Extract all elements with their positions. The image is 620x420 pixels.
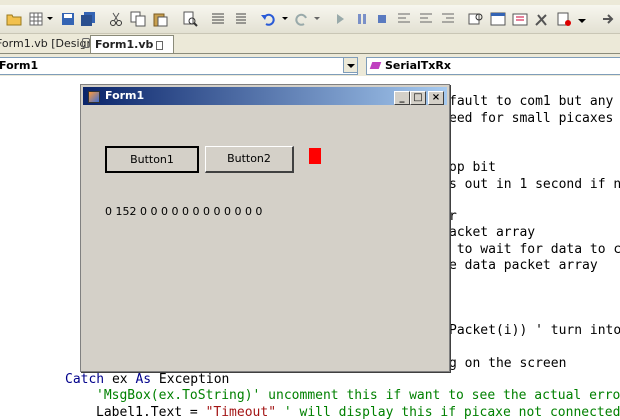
minimize-button[interactable]: _ bbox=[394, 91, 410, 105]
copy-icon[interactable] bbox=[130, 11, 146, 27]
button2[interactable]: Button2 bbox=[205, 146, 294, 173]
comment-icon[interactable] bbox=[210, 11, 226, 27]
paste-icon[interactable] bbox=[152, 11, 168, 27]
form-icon bbox=[88, 91, 100, 103]
error-list-icon[interactable] bbox=[556, 11, 572, 27]
grid-icon[interactable] bbox=[28, 11, 44, 27]
uncomment-icon[interactable] bbox=[232, 11, 248, 27]
code-line: to wait for data to co bbox=[449, 242, 620, 257]
redo-icon[interactable] bbox=[294, 11, 310, 27]
label1-data: 0 152 0 0 0 0 0 0 0 0 0 0 0 0 bbox=[105, 205, 263, 218]
tab-form1-code-label: Form1.vb bbox=[95, 38, 154, 51]
more-icon[interactable] bbox=[600, 11, 616, 27]
toolbar-options-icon[interactable] bbox=[578, 19, 586, 23]
code-line: eed for small picaxes bbox=[449, 111, 614, 126]
document-tabs: Form1.vb [Design] Form1.vb bbox=[0, 34, 620, 54]
identifier: Label1.Text = bbox=[96, 405, 206, 420]
form1-window: Form1 _ □ × Button1 Button2 0 152 0 0 0 … bbox=[80, 84, 450, 372]
save-all-icon[interactable] bbox=[80, 11, 96, 27]
class-combo-dropdown-button[interactable] bbox=[343, 57, 358, 73]
form1-titlebar[interactable]: Form1 _ □ × bbox=[83, 87, 447, 105]
code-line: op bit bbox=[449, 160, 496, 175]
method-icon bbox=[369, 62, 382, 69]
redo-dropdown-icon[interactable] bbox=[314, 17, 320, 20]
standard-toolbar bbox=[0, 5, 620, 34]
status-indicator bbox=[309, 148, 321, 164]
keyword: Catch bbox=[65, 372, 105, 387]
save-icon[interactable] bbox=[60, 11, 76, 27]
find-icon[interactable] bbox=[182, 11, 198, 27]
step-into-icon[interactable] bbox=[396, 11, 412, 27]
code-line: e data packet array bbox=[449, 258, 598, 273]
button1[interactable]: Button1 bbox=[105, 146, 199, 173]
stop-icon[interactable] bbox=[374, 11, 390, 27]
properties-icon[interactable] bbox=[490, 11, 506, 27]
step-over-icon[interactable] bbox=[418, 11, 434, 27]
code-line: r bbox=[449, 209, 457, 224]
start-icon[interactable] bbox=[332, 11, 348, 27]
find-in-files-icon[interactable] bbox=[468, 11, 484, 27]
step-out-icon[interactable] bbox=[440, 11, 456, 27]
undo-icon[interactable] bbox=[260, 11, 276, 27]
code-line: s out in 1 second if no bbox=[449, 177, 620, 192]
code-line: acket array bbox=[449, 225, 536, 240]
undo-dropdown-icon[interactable] bbox=[282, 17, 288, 20]
code-line: Packet(i)) ' turn into bbox=[449, 323, 620, 338]
code-line-label: Label1.Text = "Timeout" ' will display t… bbox=[96, 405, 620, 420]
identifier: ex bbox=[104, 372, 136, 387]
tab-form1-code[interactable]: Form1.vb bbox=[90, 35, 174, 53]
method-name-combo[interactable]: SerialTxRx bbox=[366, 57, 620, 75]
keyword: As bbox=[135, 372, 152, 387]
object-browser-icon[interactable] bbox=[512, 11, 528, 27]
grid-dropdown-icon[interactable] bbox=[47, 17, 53, 20]
code-line-comment: 'MsgBox(ex.ToString)' uncomment this if … bbox=[96, 388, 620, 403]
maximize-button[interactable]: □ bbox=[410, 91, 426, 105]
code-line: g on the screen bbox=[449, 356, 567, 371]
string-literal: "Timeout" bbox=[205, 405, 277, 420]
pause-icon[interactable] bbox=[354, 11, 370, 27]
comment: ' will display this if picaxe not connec… bbox=[276, 405, 620, 420]
lock-icon bbox=[82, 38, 90, 48]
toolbox-icon[interactable] bbox=[534, 11, 550, 27]
class-name-value: Form1 bbox=[0, 59, 39, 72]
class-name-combo[interactable]: Form1 bbox=[0, 57, 358, 75]
code-navigation-bar: Form1 SerialTxRx bbox=[0, 54, 620, 76]
open-folder-icon[interactable] bbox=[6, 11, 22, 27]
cut-icon[interactable] bbox=[108, 11, 124, 27]
tab-form1-design[interactable]: Form1.vb [Design] bbox=[0, 35, 98, 52]
form1-title: Form1 bbox=[105, 89, 145, 102]
code-line-catch: Catch ex As Exception bbox=[65, 372, 229, 387]
code-line: fault to com1 but any p bbox=[449, 94, 620, 109]
lock-icon bbox=[156, 40, 164, 50]
type-name: Exception bbox=[151, 372, 230, 387]
method-name-value: SerialTxRx bbox=[385, 59, 451, 72]
close-button[interactable]: × bbox=[428, 91, 444, 105]
